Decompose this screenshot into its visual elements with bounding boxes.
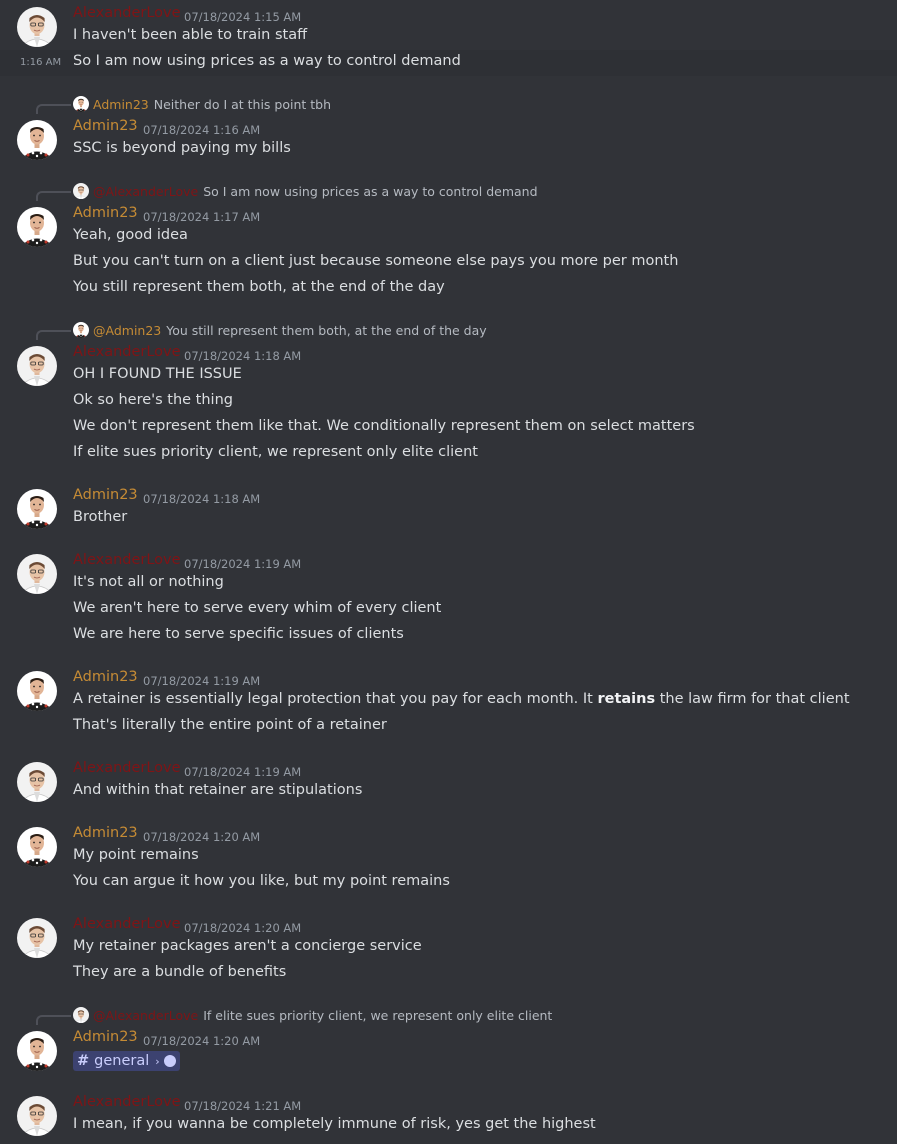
message-author[interactable]: AlexanderLove bbox=[73, 1094, 181, 1110]
message-timestamp: 07/18/2024 1:17 AM bbox=[143, 210, 261, 224]
message-text: It's not all or nothing bbox=[73, 574, 224, 590]
message-text: You can argue it how you like, but my po… bbox=[73, 873, 450, 889]
reply-spine bbox=[36, 191, 71, 201]
avatar[interactable] bbox=[17, 1031, 57, 1071]
message-text: Yeah, good idea bbox=[73, 227, 188, 243]
reply-preview[interactable]: @AlexanderLove If elite sues priority cl… bbox=[73, 1007, 552, 1023]
reply-spine bbox=[36, 1015, 71, 1025]
channel-name: general bbox=[94, 1053, 150, 1069]
message-text: That's literally the entire point of a r… bbox=[73, 717, 387, 733]
message-author[interactable]: Admin23 bbox=[73, 825, 138, 841]
message-text: But you can't turn on a client just beca… bbox=[73, 253, 679, 269]
message-author[interactable]: Admin23 bbox=[73, 205, 138, 221]
avatar[interactable] bbox=[17, 7, 57, 47]
message-text: A retainer is essentially legal protecti… bbox=[73, 691, 850, 707]
message-text: I mean, if you wanna be completely immun… bbox=[73, 1116, 596, 1132]
message-text: You still represent them both, at the en… bbox=[73, 279, 445, 295]
message-timestamp: 07/18/2024 1:19 AM bbox=[184, 557, 302, 571]
reply-avatar bbox=[73, 1007, 89, 1023]
message-text: SSC is beyond paying my bills bbox=[73, 140, 291, 156]
message-author[interactable]: AlexanderLove bbox=[73, 552, 181, 568]
message-timestamp: 07/18/2024 1:19 AM bbox=[143, 674, 261, 688]
reply-author[interactable]: @Admin23 bbox=[93, 323, 161, 338]
message-text-part: the law firm for that client bbox=[655, 691, 850, 707]
reply-text[interactable]: You still represent them both, at the en… bbox=[166, 323, 486, 338]
avatar[interactable] bbox=[17, 554, 57, 594]
message-text: If elite sues priority client, we repres… bbox=[73, 444, 478, 460]
reply-spine bbox=[36, 330, 71, 340]
message-text: We are here to serve specific issues of … bbox=[73, 626, 404, 642]
avatar[interactable] bbox=[17, 346, 57, 386]
message-timestamp: 07/18/2024 1:20 AM bbox=[143, 1034, 261, 1048]
chevron-right-icon: › bbox=[155, 1054, 160, 1068]
message-timestamp: 07/18/2024 1:18 AM bbox=[184, 349, 302, 363]
message-author[interactable]: Admin23 bbox=[73, 487, 138, 503]
avatar[interactable] bbox=[17, 489, 57, 529]
message-text: Ok so here's the thing bbox=[73, 392, 233, 408]
message-author[interactable]: Admin23 bbox=[73, 669, 138, 685]
reply-text[interactable]: If elite sues priority client, we repres… bbox=[203, 1008, 552, 1023]
message-author[interactable]: AlexanderLove bbox=[73, 760, 181, 776]
message-timestamp: 07/18/2024 1:16 AM bbox=[143, 123, 261, 137]
hash-icon: # bbox=[77, 1053, 90, 1069]
message-author[interactable]: AlexanderLove bbox=[73, 5, 181, 21]
message-text: So I am now using prices as a way to con… bbox=[73, 53, 461, 69]
chat-message-list: AlexanderLove 07/18/2024 1:15 AM I haven… bbox=[0, 0, 897, 1144]
avatar[interactable] bbox=[17, 671, 57, 711]
reply-preview[interactable]: Admin23 Neither do I at this point tbh bbox=[73, 96, 331, 112]
message-text: Brother bbox=[73, 509, 128, 525]
message-text: OH I FOUND THE ISSUE bbox=[73, 366, 242, 382]
avatar[interactable] bbox=[17, 918, 57, 958]
message-timestamp: 07/18/2024 1:19 AM bbox=[184, 765, 302, 779]
message-author[interactable]: AlexanderLove bbox=[73, 916, 181, 932]
message-text: And within that retainer are stipulation… bbox=[73, 782, 363, 798]
avatar[interactable] bbox=[17, 207, 57, 247]
bold-text: retains bbox=[597, 691, 656, 707]
message-text: We don't represent them like that. We co… bbox=[73, 418, 695, 434]
avatar[interactable] bbox=[17, 120, 57, 160]
message-author[interactable]: Admin23 bbox=[73, 1029, 138, 1045]
message-text: We aren't here to serve every whim of ev… bbox=[73, 600, 442, 616]
message-timestamp: 07/18/2024 1:15 AM bbox=[184, 10, 302, 24]
reply-text[interactable]: So I am now using prices as a way to con… bbox=[203, 184, 537, 199]
message-text: I haven't been able to train staff bbox=[73, 27, 308, 43]
message-timestamp: 07/18/2024 1:21 AM bbox=[184, 1099, 302, 1113]
reply-author[interactable]: @AlexanderLove bbox=[93, 184, 198, 199]
reply-preview[interactable]: @AlexanderLove So I am now using prices … bbox=[73, 183, 538, 199]
reply-author[interactable]: Admin23 bbox=[93, 97, 149, 112]
message-author[interactable]: AlexanderLove bbox=[73, 344, 181, 360]
reply-spine bbox=[36, 104, 71, 114]
reply-avatar bbox=[73, 183, 89, 199]
message-text: They are a bundle of benefits bbox=[73, 964, 287, 980]
message-side-timestamp: 1:16 AM bbox=[20, 57, 62, 68]
reply-preview[interactable]: @Admin23 You still represent them both, … bbox=[73, 322, 487, 338]
reply-avatar bbox=[73, 96, 89, 112]
channel-mention[interactable]: # general › bbox=[73, 1051, 180, 1071]
message-text-part: A retainer is essentially legal protecti… bbox=[73, 691, 598, 707]
reply-avatar bbox=[73, 322, 89, 338]
message-timestamp: 07/18/2024 1:20 AM bbox=[143, 830, 261, 844]
message-author[interactable]: Admin23 bbox=[73, 118, 138, 134]
message-timestamp: 07/18/2024 1:20 AM bbox=[184, 921, 302, 935]
avatar[interactable] bbox=[17, 762, 57, 802]
reply-author[interactable]: @AlexanderLove bbox=[93, 1008, 198, 1023]
chat-bubble-icon bbox=[163, 1055, 176, 1067]
message-text: My point remains bbox=[73, 847, 199, 863]
avatar[interactable] bbox=[17, 827, 57, 867]
message-timestamp: 07/18/2024 1:18 AM bbox=[143, 492, 261, 506]
reply-text[interactable]: Neither do I at this point tbh bbox=[154, 97, 331, 112]
message-text: My retainer packages aren't a concierge … bbox=[73, 938, 422, 954]
avatar[interactable] bbox=[17, 1096, 57, 1136]
